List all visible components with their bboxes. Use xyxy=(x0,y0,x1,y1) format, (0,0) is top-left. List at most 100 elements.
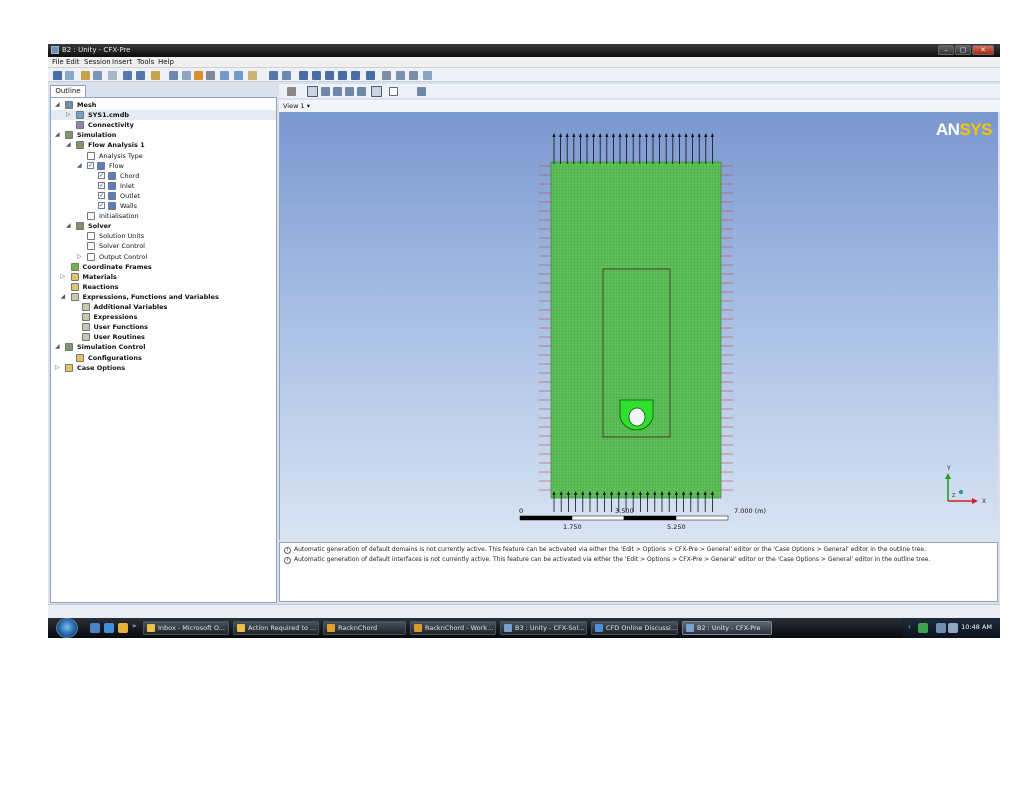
boundary-tool-icon[interactable] xyxy=(182,71,191,80)
taskbar-button[interactable]: CFD Online Discussi... xyxy=(591,621,678,635)
tree-item[interactable]: ◢ ✓ Flow xyxy=(51,161,276,171)
tree-item[interactable]: ◢ Mesh xyxy=(51,100,276,110)
start-button[interactable] xyxy=(56,618,78,638)
volume-icon[interactable] xyxy=(948,623,958,633)
collapse-arrow-icon[interactable]: ◢ xyxy=(61,292,67,302)
tree-item[interactable]: ✓ Inlet xyxy=(51,181,276,191)
tree-item[interactable]: ▷ Output Control xyxy=(51,252,276,262)
network-icon[interactable] xyxy=(936,623,946,633)
tree-checkbox[interactable]: ✓ xyxy=(98,191,105,199)
source-point-tool-icon[interactable] xyxy=(325,71,334,80)
menu-help[interactable]: Help xyxy=(158,58,174,66)
tree-item[interactable]: ◢ Solver xyxy=(51,221,276,231)
expand-arrow-icon[interactable]: ▷ xyxy=(55,363,61,373)
save-icon[interactable] xyxy=(53,71,62,80)
pan-icon[interactable] xyxy=(321,87,330,96)
tree-item[interactable]: Coordinate Frames xyxy=(51,262,276,272)
tree-item[interactable]: ◢ Simulation Control xyxy=(51,342,276,352)
tree-item[interactable]: Connectivity xyxy=(51,120,276,130)
new-case-icon[interactable] xyxy=(65,71,74,80)
material-tool-icon[interactable] xyxy=(194,71,203,80)
tray-expand-icon[interactable]: ‹ xyxy=(908,623,918,633)
zoom-icon[interactable] xyxy=(333,87,342,96)
tree-checkbox[interactable]: ✓ xyxy=(98,202,105,209)
expand-arrow-icon[interactable]: ▷ xyxy=(77,252,83,262)
tree-item[interactable]: Solver Control xyxy=(51,241,276,251)
zoom-fit-icon[interactable] xyxy=(357,87,366,96)
menu-insert[interactable]: Insert xyxy=(112,58,132,66)
viewport-layout-icon[interactable] xyxy=(389,87,398,96)
solver-control-tool-icon[interactable] xyxy=(269,71,278,80)
collapse-arrow-icon[interactable]: ◢ xyxy=(55,100,61,110)
select-icon[interactable] xyxy=(287,87,296,96)
zoom-box-icon[interactable] xyxy=(345,87,354,96)
monitor-tool-icon[interactable] xyxy=(351,71,360,80)
write-solver-file-icon[interactable] xyxy=(396,71,405,80)
tree-item[interactable]: ◢ Flow Analysis 1 xyxy=(51,140,276,150)
tree-item[interactable]: ✓ Outlet xyxy=(51,191,276,201)
report-icon[interactable] xyxy=(108,71,117,80)
expand-arrow-icon[interactable]: ▷ xyxy=(66,110,72,120)
mesh-adaption-tool-icon[interactable] xyxy=(338,71,347,80)
tree-item[interactable]: ✓ Walls xyxy=(51,201,276,211)
tree-item[interactable]: ◢ Expressions, Functions and Variables xyxy=(51,292,276,302)
clock[interactable]: 10:48 AM xyxy=(961,623,992,631)
units-tool-icon[interactable] xyxy=(382,71,391,80)
collapse-arrow-icon[interactable]: ◢ xyxy=(55,342,61,352)
menu-file[interactable]: File xyxy=(52,58,64,66)
undo-icon[interactable] xyxy=(123,71,132,80)
function-tool-icon[interactable] xyxy=(248,71,257,80)
maximize-button[interactable]: ▢ xyxy=(955,45,971,55)
tree-item[interactable]: User Routines xyxy=(51,332,276,342)
tree-item[interactable]: User Functions xyxy=(51,322,276,332)
tree-checkbox[interactable]: ✓ xyxy=(98,181,105,189)
collapse-arrow-icon[interactable]: ◢ xyxy=(77,161,83,171)
taskbar-button[interactable]: RacknChord xyxy=(323,621,406,635)
menu-session[interactable]: Session xyxy=(84,58,111,66)
collapse-arrow-icon[interactable]: ◢ xyxy=(55,130,61,140)
tray-app-icon[interactable] xyxy=(918,623,928,633)
tree-item[interactable]: Solution Units xyxy=(51,231,276,241)
taskbar-button[interactable]: RacknChord - Work... xyxy=(410,621,496,635)
minimize-button[interactable]: – xyxy=(938,45,954,55)
tab-outline[interactable]: Outline xyxy=(50,85,86,97)
collapse-arrow-icon[interactable]: ◢ xyxy=(66,140,72,150)
show-desktop-icon[interactable] xyxy=(90,623,100,633)
menu-edit[interactable]: Edit xyxy=(66,58,80,66)
tree-item[interactable]: Reactions xyxy=(51,282,276,292)
tree-item[interactable]: Analysis Type xyxy=(51,151,276,161)
view-selector[interactable]: View 1 ▾ xyxy=(279,100,1000,112)
tree-item[interactable]: Initialisation xyxy=(51,211,276,221)
import-mesh-icon[interactable] xyxy=(81,71,90,80)
outlook-icon[interactable] xyxy=(118,623,128,633)
output-control-tool-icon[interactable] xyxy=(282,71,291,80)
axis-orientation-icon[interactable] xyxy=(417,87,426,96)
define-run-icon[interactable] xyxy=(409,71,418,80)
menu-tools[interactable]: Tools xyxy=(137,58,154,66)
variable-tool-icon[interactable] xyxy=(234,71,243,80)
taskbar-button[interactable]: Action Required to ... xyxy=(233,621,319,635)
expand-arrow-icon[interactable]: ▷ xyxy=(61,272,67,282)
internet-explorer-icon[interactable] xyxy=(104,623,114,633)
collapse-arrow-icon[interactable]: ◢ xyxy=(66,221,72,231)
reaction-tool-icon[interactable] xyxy=(206,71,215,80)
tree-item[interactable]: Expressions xyxy=(51,312,276,322)
rotate-icon[interactable] xyxy=(307,86,318,97)
tree-item[interactable]: ▷ Materials xyxy=(51,272,276,282)
redo-icon[interactable] xyxy=(136,71,145,80)
more-quicklaunch-icon[interactable]: » xyxy=(132,622,140,632)
tree-checkbox[interactable]: ✓ xyxy=(98,171,105,179)
close-button[interactable]: ✕ xyxy=(972,45,994,55)
initialisation-tool-icon[interactable] xyxy=(366,71,375,80)
tree-checkbox[interactable]: ✓ xyxy=(87,161,94,169)
tree-item[interactable]: ✓ Chord xyxy=(51,171,276,181)
tree-item[interactable]: Additional Variables xyxy=(51,302,276,312)
tree-item[interactable]: ▷ SYS1.cmdb xyxy=(51,110,276,121)
taskbar-button[interactable]: Inbox - Microsoft O... xyxy=(143,621,229,635)
tree-item[interactable]: Configurations xyxy=(51,353,276,363)
tree-item[interactable]: ▷ Case Options xyxy=(51,363,276,373)
3d-viewer[interactable]: 0 3.500 7.000 (m) 1.750 5.250 Y X Z ANSYS xyxy=(279,112,998,540)
expression-tool-icon[interactable] xyxy=(220,71,229,80)
taskbar-button[interactable]: B2 : Unity - CFX-Pre xyxy=(682,621,772,635)
domain-tool-icon[interactable] xyxy=(169,71,178,80)
